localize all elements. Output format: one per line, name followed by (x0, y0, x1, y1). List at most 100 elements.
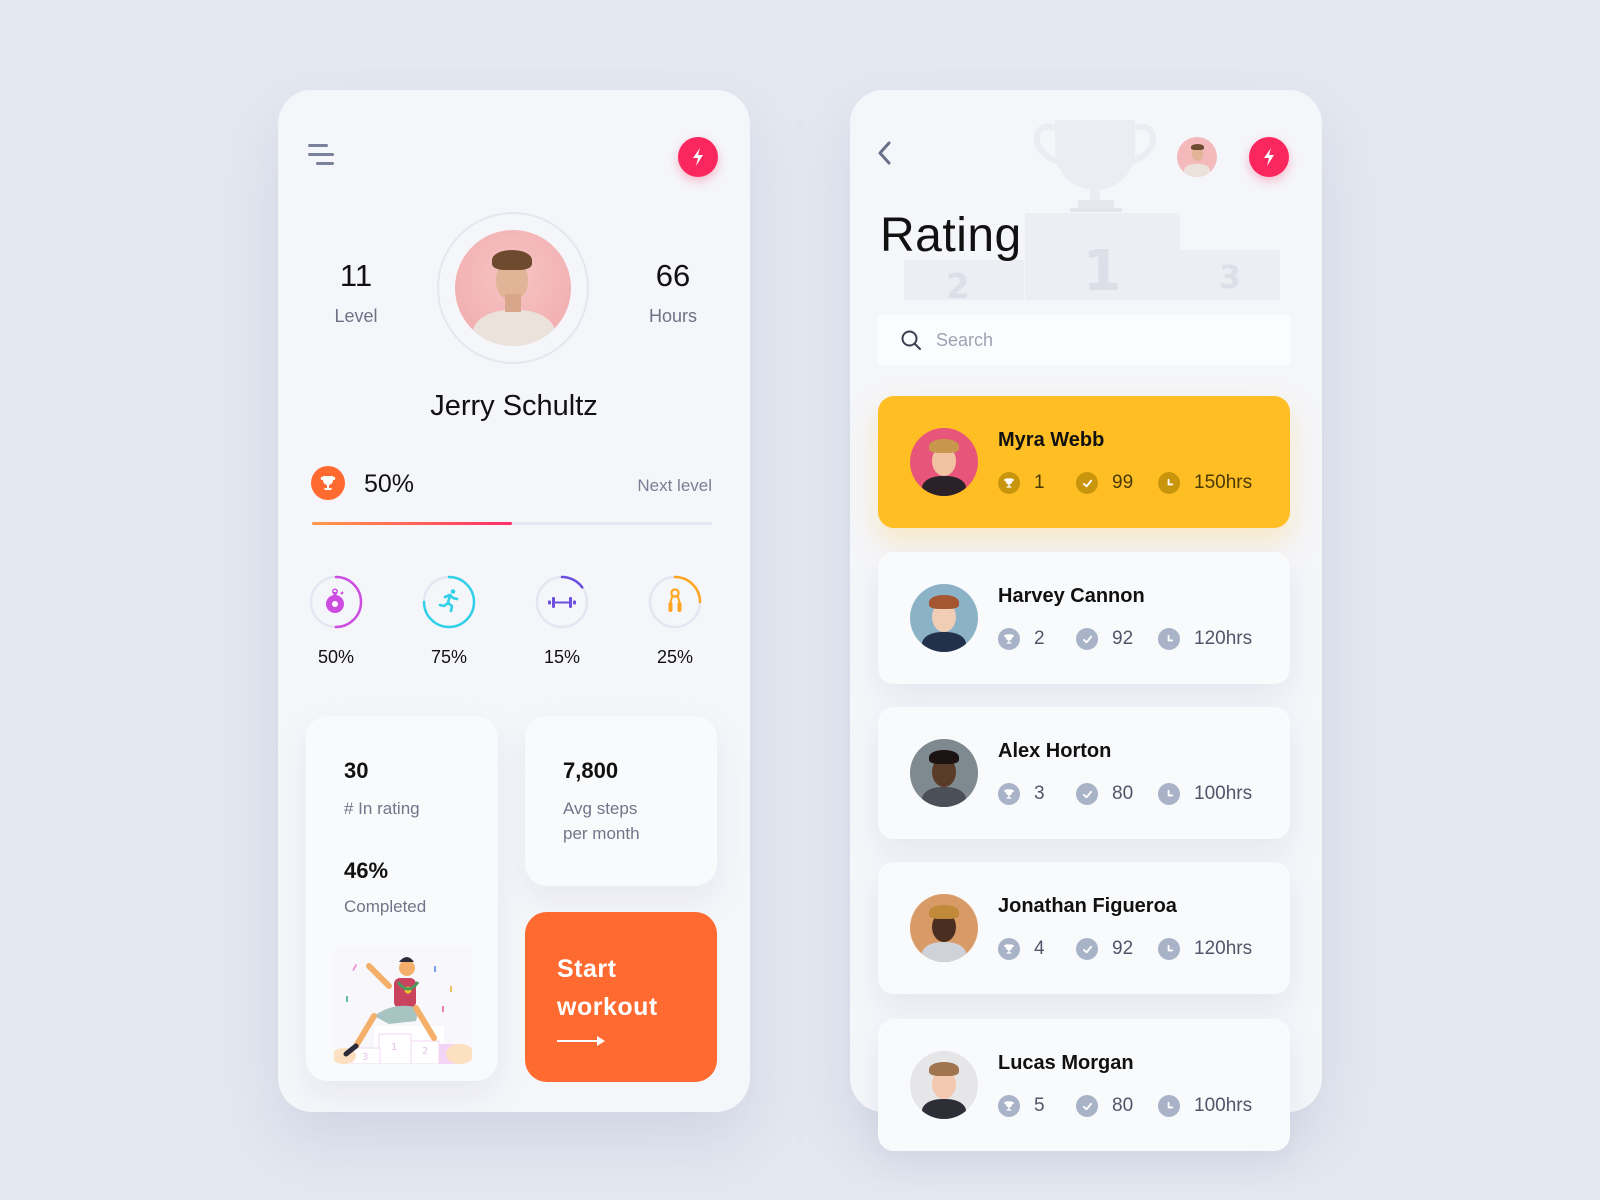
profile-avatar-ring (437, 212, 589, 364)
completed-value: 46% (344, 858, 389, 883)
rating-list-item[interactable]: Lucas Morgan 5 80 100hrs (878, 1019, 1290, 1151)
activity-dumbbell[interactable]: 15% (532, 573, 592, 668)
back-button[interactable] (874, 138, 896, 168)
start-workout-line2: workout (557, 993, 658, 1021)
progress-ring (535, 575, 589, 629)
activity-rings: 50% 75% 15% 25% (306, 573, 716, 673)
podium-label-3: 3 (1219, 258, 1241, 296)
check-icon (1076, 628, 1098, 650)
user-hours-value: 120hrs (1194, 938, 1253, 959)
check-icon (1076, 938, 1098, 960)
profile-avatar[interactable] (455, 230, 571, 346)
steps-card[interactable]: 7,800 Avg steps per month (525, 716, 717, 886)
user-score-value: 92 (1112, 938, 1134, 959)
rating-list-item[interactable]: Myra Webb 1 99 150hrs (878, 396, 1290, 528)
search-icon (901, 330, 921, 350)
clock-icon (1158, 628, 1180, 650)
level-value: 11 (339, 258, 373, 293)
podium-label-2: 2 (946, 267, 970, 300)
menu-line (316, 162, 334, 165)
user-rank: 3 (998, 783, 1076, 805)
clock-icon (1158, 1095, 1180, 1117)
svg-text:3: 3 (362, 1052, 368, 1063)
user-hours: 120hrs (1158, 938, 1252, 960)
search-box[interactable] (878, 315, 1290, 365)
start-workout-button[interactable]: Start workout (525, 912, 717, 1082)
user-name: Lucas Morgan (998, 1052, 1134, 1074)
level-stat: 11 Level (306, 258, 406, 327)
start-workout-line1: Start (557, 955, 617, 983)
trophy-badge (311, 466, 345, 500)
user-stats: 2 92 120hrs (998, 628, 1252, 650)
user-stats: 1 99 150hrs (998, 472, 1252, 494)
next-level-label: Next level (637, 476, 712, 495)
activity-stopwatch[interactable]: 50% (306, 573, 366, 668)
user-score: 99 (1076, 472, 1158, 494)
rating-list-item[interactable]: Jonathan Figueroa 4 92 120hrs (878, 862, 1290, 994)
chevron-left-icon (878, 141, 891, 165)
rating-rank-label: # In rating (344, 799, 420, 818)
user-name: Alex Horton (998, 740, 1112, 762)
rating-list-item[interactable]: Alex Horton 3 80 100hrs (878, 707, 1290, 839)
user-hours-value: 100hrs (1194, 783, 1253, 804)
user-hours-value: 150hrs (1194, 472, 1253, 493)
rating-summary-card[interactable]: 30 # In rating 46% Completed 1 2 3 (306, 716, 498, 1081)
user-avatar[interactable] (1177, 137, 1217, 177)
page-title: Rating (880, 209, 1022, 262)
steps-label-line1: Avg steps (563, 799, 638, 818)
trophy-icon (998, 472, 1020, 494)
svg-text:2: 2 (422, 1046, 428, 1057)
user-hours: 150hrs (1158, 472, 1252, 494)
activity-running[interactable]: 75% (419, 573, 479, 668)
user-rank-value: 5 (1034, 1095, 1045, 1116)
user-rank-value: 4 (1034, 938, 1045, 959)
level-progress-percent: 50% (364, 470, 415, 498)
hours-stat: 66 Hours (623, 258, 723, 327)
dumbbell-icon (548, 597, 576, 608)
hours-label: Hours (648, 306, 697, 326)
lightning-button[interactable] (1249, 137, 1289, 177)
user-rank-value: 3 (1034, 783, 1045, 804)
activity-percent: 50% (317, 647, 355, 667)
user-stats: 3 80 100hrs (998, 783, 1252, 805)
rating-list-item[interactable]: Harvey Cannon 2 92 120hrs (878, 552, 1290, 684)
activity-percent: 15% (543, 647, 581, 667)
user-score: 92 (1076, 628, 1158, 650)
lightning-button[interactable] (678, 137, 718, 177)
trophy-icon (998, 938, 1020, 960)
lightning-icon (1264, 148, 1274, 166)
trophy-icon (998, 783, 1020, 805)
clock-icon (1158, 938, 1180, 960)
user-avatar (910, 584, 978, 652)
user-avatar (910, 739, 978, 807)
user-stats: 5 80 100hrs (998, 1095, 1252, 1117)
hours-value: 66 (655, 258, 691, 293)
progress-ring (422, 575, 476, 629)
user-stats: 4 92 120hrs (998, 938, 1252, 960)
user-avatar (910, 428, 978, 496)
user-name: Myra Webb (998, 429, 1105, 451)
user-rank: 5 (998, 1095, 1076, 1117)
podium-label-1: 1 (1083, 239, 1122, 300)
user-score-value: 99 (1112, 472, 1134, 493)
clock-icon (1158, 472, 1180, 494)
clock-icon (1158, 783, 1180, 805)
steps-value: 7,800 (563, 758, 619, 783)
menu-line (308, 144, 328, 147)
search-input[interactable] (936, 329, 1236, 351)
user-avatar (910, 1051, 978, 1119)
user-score: 80 (1076, 1095, 1158, 1117)
user-name: Harvey Cannon (998, 585, 1145, 607)
activity-hand-grip[interactable]: 25% (645, 573, 705, 668)
trophy-icon (320, 476, 336, 490)
progress-ring (309, 575, 363, 629)
user-rank-value: 2 (1034, 628, 1045, 649)
check-icon (1076, 1095, 1098, 1117)
check-icon (1076, 472, 1098, 494)
user-score: 80 (1076, 783, 1158, 805)
stopwatch-icon (326, 588, 344, 613)
user-hours: 120hrs (1158, 628, 1252, 650)
trophy-icon (998, 628, 1020, 650)
menu-button[interactable] (306, 142, 336, 168)
user-score-value: 80 (1112, 1095, 1134, 1116)
